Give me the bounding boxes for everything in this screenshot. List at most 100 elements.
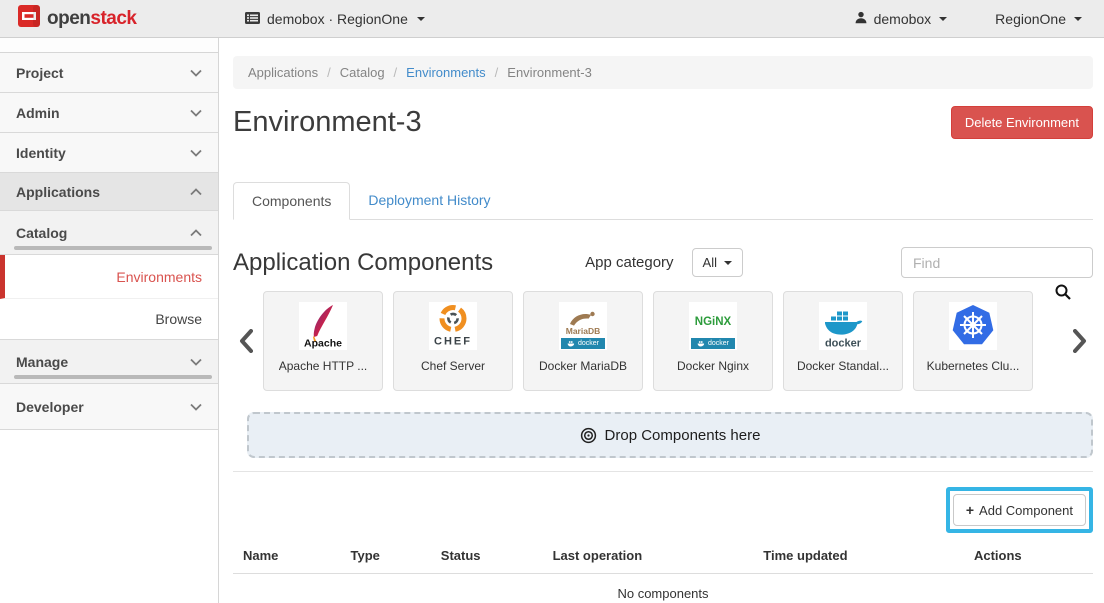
chevron-up-icon <box>190 229 202 237</box>
column-header-type: Type <box>341 539 431 574</box>
component-card-apache[interactable]: Apache Apache HTTP ... <box>263 291 383 391</box>
user-menu-label: demobox <box>874 11 932 27</box>
carousel-prev-button[interactable] <box>233 329 259 353</box>
docker-strip-text: docker <box>578 340 599 347</box>
drop-components-zone[interactable]: Drop Components here <box>247 412 1093 458</box>
app-category-selected-value: All <box>703 255 717 270</box>
component-card-label: Chef Server <box>421 359 485 373</box>
openstack-brand[interactable]: openstack <box>0 5 233 32</box>
add-component-button-label: Add Component <box>979 503 1073 518</box>
sidebar-item-developer[interactable]: Developer <box>0 384 218 430</box>
tab-bar: Components Deployment History <box>233 182 1093 220</box>
dropzone-label: Drop Components here <box>605 427 761 444</box>
mariadb-docker-logo-icon: MariaDB docker <box>559 302 607 350</box>
docker-strip-badge: docker <box>691 338 735 349</box>
component-card-docker-mariadb[interactable]: MariaDB docker Docker MariaDB <box>523 291 643 391</box>
sidebar-item-label: Browse <box>155 311 202 327</box>
kubernetes-logo-icon <box>949 302 997 350</box>
column-header-last-operation: Last operation <box>543 539 754 574</box>
chevron-down-icon <box>939 17 947 21</box>
section-divider <box>233 471 1093 472</box>
docker-logo-text: docker <box>825 338 862 350</box>
chevron-down-icon <box>190 358 202 366</box>
chevron-down-icon <box>190 109 202 117</box>
tab-deployment-history[interactable]: Deployment History <box>350 182 508 219</box>
region-menu[interactable]: RegionOne <box>995 11 1082 27</box>
sidebar-item-label: Applications <box>16 184 100 200</box>
docker-whale-logo-icon: docker <box>819 302 867 350</box>
sidebar-item-label: Developer <box>16 399 84 415</box>
find-input[interactable] <box>901 247 1093 278</box>
sidebar-item-project[interactable]: Project <box>0 53 218 93</box>
table-header-row: Name Type Status Last operation Time upd… <box>233 539 1093 574</box>
nginx-docker-logo-icon: NGiNX docker <box>689 302 737 350</box>
sidebar-item-admin[interactable]: Admin <box>0 93 218 133</box>
active-section-indicator <box>14 375 212 379</box>
add-component-button[interactable]: + Add Component <box>953 494 1086 526</box>
sidebar-item-label: Project <box>16 65 63 81</box>
component-card-kubernetes[interactable]: Kubernetes Clu... <box>913 291 1033 391</box>
apache-logo-text: Apache <box>304 338 342 350</box>
carousel-next-button[interactable] <box>1067 329 1093 353</box>
sidebar-item-environments[interactable]: Environments <box>0 255 218 299</box>
add-component-highlight-ring: + Add Component <box>946 487 1093 533</box>
list-icon <box>245 11 260 27</box>
openstack-wordmark: openstack <box>47 8 137 30</box>
breadcrumb-separator: / <box>327 65 331 80</box>
sidebar-item-label: Identity <box>16 145 66 161</box>
docker-strip-text: docker <box>708 340 729 347</box>
breadcrumb-applications: Applications <box>248 65 318 80</box>
plus-icon: + <box>966 502 974 518</box>
sidebar-nav: Project Admin Identity Applications Cata… <box>0 38 219 603</box>
sidebar-item-label: Catalog <box>16 225 67 241</box>
docker-strip-badge: docker <box>561 338 605 349</box>
sidebar-item-applications[interactable]: Applications <box>0 173 218 211</box>
delete-environment-button[interactable]: Delete Environment <box>951 106 1093 139</box>
column-header-actions: Actions <box>964 539 1093 574</box>
sidebar-item-identity[interactable]: Identity <box>0 133 218 173</box>
sidebar-item-catalog[interactable]: Catalog <box>0 211 218 255</box>
chevron-down-icon <box>1074 17 1082 21</box>
app-category-label: App category <box>585 254 673 271</box>
context-switcher-label: demobox · RegionOne <box>267 11 408 27</box>
nginx-logo-text: NGiNX <box>695 316 732 328</box>
sidebar-item-label: Environments <box>116 269 202 285</box>
application-components-heading: Application Components <box>233 249 493 277</box>
project-region-switcher[interactable]: demobox · RegionOne <box>245 11 425 27</box>
component-card-label: Kubernetes Clu... <box>927 359 1020 373</box>
region-menu-label: RegionOne <box>995 11 1066 27</box>
component-card-chef[interactable]: CHEF Chef Server <box>393 291 513 391</box>
sidebar-item-browse[interactable]: Browse <box>0 299 218 340</box>
mariadb-logo-text: MariaDB <box>566 326 600 336</box>
page-title: Environment-3 <box>233 106 422 139</box>
column-header-time-updated: Time updated <box>753 539 964 574</box>
component-card-docker-standalone[interactable]: docker Docker Standal... <box>783 291 903 391</box>
app-category-dropdown[interactable]: All <box>692 248 743 277</box>
empty-table-message: No components <box>233 574 1093 603</box>
sidebar-item-manage[interactable]: Manage <box>0 340 218 384</box>
column-header-status: Status <box>431 539 543 574</box>
apache-feather-logo-icon: Apache <box>299 302 347 350</box>
sidebar-top-strip <box>0 38 218 53</box>
breadcrumb-catalog: Catalog <box>340 65 385 80</box>
breadcrumb-current: Environment-3 <box>507 65 592 80</box>
column-header-name: Name <box>233 539 341 574</box>
breadcrumb: Applications / Catalog / Environments / … <box>233 56 1093 89</box>
component-card-label: Docker MariaDB <box>539 359 627 373</box>
chevron-down-icon <box>190 149 202 157</box>
breadcrumb-environments-link[interactable]: Environments <box>406 65 485 80</box>
chevron-down-icon <box>190 69 202 77</box>
chevron-down-icon <box>724 261 732 265</box>
component-card-label: Docker Standal... <box>797 359 889 373</box>
component-card-label: Docker Nginx <box>677 359 749 373</box>
sidebar-item-label: Manage <box>16 354 68 370</box>
main-content: Applications / Catalog / Environments / … <box>219 38 1104 603</box>
components-table: Name Type Status Last operation Time upd… <box>233 539 1093 603</box>
topbar-right-menus: demobox RegionOne <box>854 10 1104 28</box>
search-icon[interactable] <box>1055 284 1071 305</box>
user-menu[interactable]: demobox <box>854 10 948 28</box>
chevron-up-icon <box>190 188 202 196</box>
tab-components[interactable]: Components <box>233 182 350 220</box>
component-card-docker-nginx[interactable]: NGiNX docker Docker Nginx <box>653 291 773 391</box>
user-icon <box>854 10 868 28</box>
